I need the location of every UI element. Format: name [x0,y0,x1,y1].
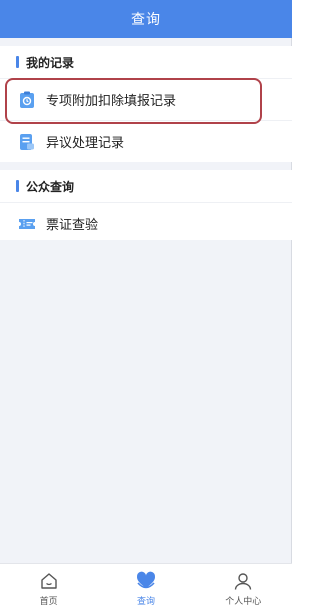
tab-profile[interactable]: 个人中心 [203,570,283,607]
tab-label: 首页 [39,597,58,607]
home-icon [38,570,60,592]
heart-search-icon [135,570,157,592]
record-item-label: 专项附加扣除填报记录 [46,94,177,109]
section-title: 我的记录 [26,55,75,70]
record-item-objection[interactable]: 异议处理记录 [0,120,292,162]
public-item-label: 票证查验 [46,218,99,233]
my-records-section: 我的记录 专项附加扣除填报记录 异议处理记录 [0,46,292,162]
tab-label: 查询 [136,597,155,607]
tab-query[interactable]: 查询 [106,570,186,607]
app-frame: 查询 我的记录 专项附加扣除填报记录 异议处理记录 公众查询 票证查验 首页 查… [0,0,292,613]
section-header-my-records: 我的记录 [0,46,292,78]
record-item-special-deduction[interactable]: 专项附加扣除填报记录 [0,78,292,120]
user-icon [232,570,254,592]
top-bar: 查询 [0,0,292,38]
tab-home[interactable]: 首页 [9,570,89,607]
public-query-section: 公众查询 票证查验 [0,170,292,240]
page-title: 查询 [131,12,161,28]
record-item-label: 异议处理记录 [46,136,125,151]
ticket-icon [18,215,36,233]
public-item-ticket-check[interactable]: 票证查验 [0,202,292,244]
document-icon [18,133,36,151]
section-accent-bar [16,56,19,68]
bottom-tab-bar: 首页 查询 个人中心 [0,563,292,613]
section-title: 公众查询 [26,179,75,194]
section-header-public-query: 公众查询 [0,170,292,202]
tab-label: 个人中心 [225,597,262,607]
section-accent-bar [16,180,19,192]
clipboard-icon [18,91,36,109]
